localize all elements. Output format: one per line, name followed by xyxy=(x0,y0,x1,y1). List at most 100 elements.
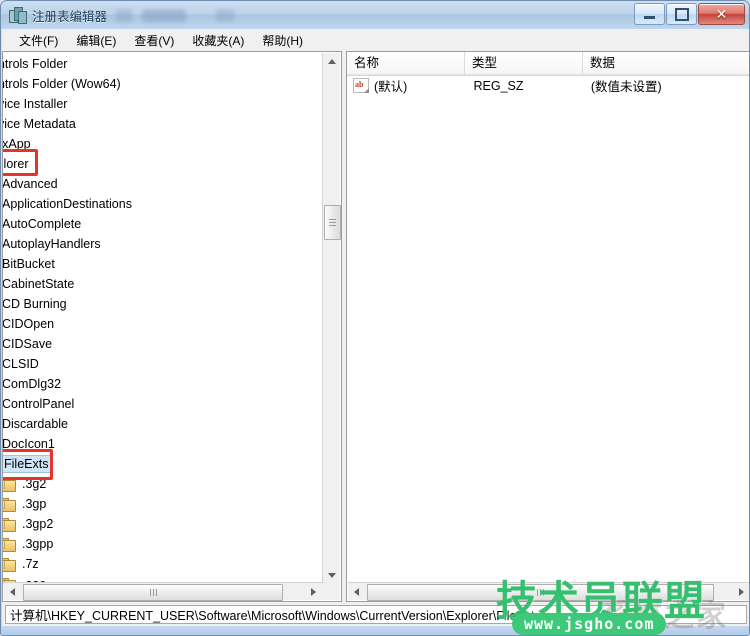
tree-item-label: Advanced xyxy=(3,177,58,191)
menu-file[interactable]: 文件(F) xyxy=(10,30,67,51)
values-scroll-left-button[interactable] xyxy=(348,583,365,600)
values-horizontal-scroll-thumb[interactable] xyxy=(367,584,714,601)
tree-item-3gp[interactable]: .3gp xyxy=(3,494,324,514)
tree-item-label: .7z xyxy=(22,557,39,571)
tree-item-label: CIDSave xyxy=(3,337,53,351)
tree-item-label: DIFxApp xyxy=(3,137,31,151)
tree-item-bitbucket[interactable]: BitBucket xyxy=(3,254,324,274)
window-bottom-edge xyxy=(1,626,749,635)
tree-item-label: ControlPanel xyxy=(3,397,75,411)
column-header-data[interactable]: 数据 xyxy=(583,52,749,75)
tree-item-label: ComDlg32 xyxy=(3,377,62,391)
tree-item-explorer[interactable]: Explorer xyxy=(3,154,324,174)
tree-item-label: Device Installer xyxy=(3,97,68,111)
tree-item-label: AutoplayHandlers xyxy=(3,237,101,251)
tree-item-cidsave[interactable]: CIDSave xyxy=(3,334,324,354)
registry-tree-pane: Controls Folder Controls Folder (Wow64) De… xyxy=(2,51,342,602)
tree-item-3gp2[interactable]: .3gp2 xyxy=(3,514,324,534)
registry-values-pane: 名称 类型 数据 ab (默认) REG_SZ (数值未设置) xyxy=(346,51,749,602)
tree-item-applicationdestinations[interactable]: ApplicationDestinations xyxy=(3,194,324,214)
status-bar: 计算机\HKEY_CURRENT_USER\Software\Microsoft… xyxy=(2,604,749,626)
maximize-button[interactable] xyxy=(666,3,697,25)
tree-item-label: Discardable xyxy=(3,417,69,431)
tree-item-label: .3gp2 xyxy=(22,517,54,531)
tree-item-cidopen[interactable]: CIDOpen xyxy=(3,314,324,334)
tree-item-label: Controls Folder (Wow64) xyxy=(3,77,121,91)
tree-item-device-metadata[interactable]: Device Metadata xyxy=(3,114,324,134)
tree-item-autocomplete[interactable]: AutoComplete xyxy=(3,214,324,234)
status-path-box: 计算机\HKEY_CURRENT_USER\Software\Microsoft… xyxy=(5,605,747,624)
tree-scrollbar-corner xyxy=(323,583,340,600)
tree-item-3gpp[interactable]: .3gpp xyxy=(3,534,324,554)
current-registry-path: 计算机\HKEY_CURRENT_USER\Software\Microsoft… xyxy=(10,609,541,623)
tree-item-docicon1[interactable]: DocIcon1 xyxy=(3,434,324,454)
tree-item-cd-burning[interactable]: CD Burning xyxy=(3,294,324,314)
tree-item-label: CIDOpen xyxy=(3,317,55,331)
tree-item-label: Controls Folder xyxy=(3,57,68,71)
menu-bar: 文件(F) 编辑(E) 查看(V) 收藏夹(A) 帮助(H) xyxy=(2,29,749,51)
value-name: (默认) xyxy=(374,80,408,94)
tree-item-comdlg32[interactable]: ComDlg32 xyxy=(3,374,324,394)
tree-item-clsid[interactable]: CLSID xyxy=(3,354,324,374)
minimize-button[interactable] xyxy=(634,3,665,25)
tree-item-label: .3gp xyxy=(22,497,47,511)
tree-item-label: FileExts xyxy=(3,455,53,473)
menu-help[interactable]: 帮助(H) xyxy=(253,30,312,51)
tree-item-label: AutoComplete xyxy=(3,217,82,231)
column-header-type[interactable]: 类型 xyxy=(465,52,583,75)
values-scroll-right-button[interactable] xyxy=(733,583,749,600)
folder-icon xyxy=(3,497,16,512)
registry-editor-window: 注册表编辑器 ✕ 文件(F) 编辑(E) 查看(V) 收藏夹(A) 帮助(H) … xyxy=(0,0,750,636)
tree-horizontal-scroll-thumb[interactable] xyxy=(23,584,283,601)
tree-item-label: CD Burning xyxy=(3,297,67,311)
tree-item-controlpanel[interactable]: ControlPanel xyxy=(3,394,324,414)
values-horizontal-scrollbar[interactable] xyxy=(348,582,749,601)
tree-item-label: CLSID xyxy=(3,357,39,371)
tree-vertical-scrollbar[interactable] xyxy=(322,53,341,584)
blurred-title-suffix xyxy=(116,8,277,22)
tree-item-difxapp[interactable]: DIFxApp xyxy=(3,134,324,154)
tree-item-label: .3gpp xyxy=(22,537,54,551)
tree-item-device-installer[interactable]: Device Installer xyxy=(3,94,324,114)
string-value-icon: ab xyxy=(353,78,369,93)
tree-item-label: ApplicationDestinations xyxy=(3,197,132,211)
column-header-name[interactable]: 名称 xyxy=(347,52,465,75)
tree-item-label: Explorer xyxy=(3,157,29,171)
menu-favorites[interactable]: 收藏夹(A) xyxy=(183,30,253,51)
tree-item-label: BitBucket xyxy=(3,257,55,271)
tree-item-label: DocIcon1 xyxy=(3,437,55,451)
tree-item-label: .3g2 xyxy=(22,477,47,491)
tree-item-autoplayhandlers[interactable]: AutoplayHandlers xyxy=(3,234,324,254)
title-bar[interactable]: 注册表编辑器 ✕ xyxy=(1,1,749,29)
window-title: 注册表编辑器 xyxy=(32,9,108,24)
table-row[interactable]: ab (默认) REG_SZ (数值未设置) xyxy=(347,75,749,96)
value-type: REG_SZ xyxy=(473,78,524,93)
tree-item-discardable[interactable]: Discardable xyxy=(3,414,324,434)
folder-icon xyxy=(3,557,16,572)
tree-item-fileexts[interactable]: FileExts xyxy=(3,454,324,474)
tree-vertical-scroll-thumb[interactable] xyxy=(324,205,341,240)
folder-icon xyxy=(3,537,16,552)
tree-scroll-down-button[interactable] xyxy=(323,567,340,584)
tree-item-advanced[interactable]: Advanced xyxy=(3,174,324,194)
tree-item-cabinetstate[interactable]: CabinetState xyxy=(3,274,324,294)
tree-viewport[interactable]: Controls Folder Controls Folder (Wow64) De… xyxy=(3,52,324,584)
tree-item-label: Device Metadata xyxy=(3,117,76,131)
menu-edit[interactable]: 编辑(E) xyxy=(67,30,125,51)
folder-icon xyxy=(3,477,16,492)
content-area: Controls Folder Controls Folder (Wow64) De… xyxy=(2,51,749,604)
tree-item-3g2[interactable]: .3g2 xyxy=(3,474,324,494)
tree-horizontal-scrollbar[interactable] xyxy=(4,582,324,601)
registry-editor-icon xyxy=(9,6,27,24)
tree-scroll-up-button[interactable] xyxy=(323,53,340,70)
menu-view[interactable]: 查看(V) xyxy=(125,30,183,51)
tree-scroll-left-button[interactable] xyxy=(4,583,21,600)
tree-item-controls-folder[interactable]: Controls Folder xyxy=(3,54,324,74)
tree-item-label: CabinetState xyxy=(3,277,75,291)
tree-item-7z[interactable]: .7z xyxy=(3,554,324,574)
tree-scroll-right-button[interactable] xyxy=(305,583,322,600)
values-column-headers: 名称 类型 数据 xyxy=(347,52,749,76)
tree-list: Controls Folder Controls Folder (Wow64) De… xyxy=(3,54,324,584)
close-button[interactable]: ✕ xyxy=(698,3,745,25)
tree-item-controls-folder-wow64[interactable]: Controls Folder (Wow64) xyxy=(3,74,324,94)
